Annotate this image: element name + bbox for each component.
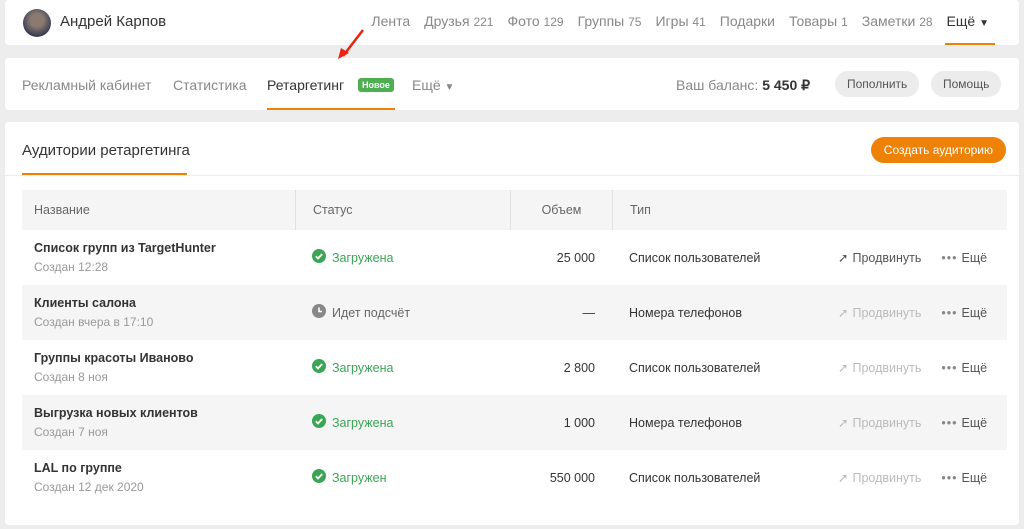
status-text: Загружен	[332, 470, 387, 485]
promote-arrow-icon: ➚	[838, 416, 849, 430]
user-name[interactable]: Андрей Карпов	[60, 13, 166, 30]
nav-gifts[interactable]: Подарки	[720, 13, 775, 29]
nav-groups[interactable]: Группы 75	[578, 13, 642, 29]
create-audience-button[interactable]: Создать аудиторию	[870, 137, 1006, 163]
row-more-button[interactable]: ••• Ещё	[941, 251, 987, 265]
chevron-down-icon: ▼	[979, 18, 989, 29]
audiences-panel: Аудитории ретаргетинга Создать аудиторию…	[5, 122, 1019, 525]
more-dots-icon: •••	[941, 415, 958, 430]
ads-subnav: Рекламный кабинет Статистика Ретаргетинг…	[5, 29, 1019, 110]
created-date: Создан вчера в 17:10	[34, 315, 154, 329]
created-date: Создан 12:28	[34, 260, 109, 274]
nav-friends[interactable]: Друзья 221	[424, 13, 493, 29]
promote-arrow-icon: ➚	[838, 251, 849, 265]
tab-ad-cabinet[interactable]: Рекламный кабинет	[22, 77, 151, 93]
volume: 550 000	[549, 470, 595, 485]
promote-button[interactable]: ➚ Продвинуть	[838, 305, 921, 321]
table-row[interactable]: LAL по группе Создан 12 дек 2020 Загружен…	[22, 450, 1007, 505]
audience-name[interactable]: Выгрузка новых клиентов	[34, 406, 295, 420]
status-text: Идет подсчёт	[332, 305, 411, 320]
more-dots-icon: •••	[941, 305, 958, 320]
audience-type: Номера телефонов	[629, 305, 743, 320]
audience-type: Список пользователей	[629, 360, 761, 375]
active-tab-indicator	[267, 108, 395, 110]
nav-photos[interactable]: Фото 129	[507, 13, 563, 29]
profile-header: Андрей Карпов Лента Друзья 221 Фото 129 …	[5, 0, 1019, 45]
avatar[interactable]	[23, 9, 51, 37]
table-row[interactable]: Клиенты салона Создан вчера в 17:10 Идет …	[22, 285, 1007, 340]
promote-arrow-icon: ➚	[838, 361, 849, 375]
col-type[interactable]: Тип	[612, 190, 822, 230]
created-date: Создан 7 ноя	[34, 425, 108, 439]
created-date: Создан 12 дек 2020	[34, 480, 144, 494]
balance: Ваш баланс: 5 450 ₽	[676, 77, 811, 93]
clock-icon	[312, 304, 326, 321]
status-text: Загружена	[332, 360, 394, 375]
section-title[interactable]: Аудитории ретаргетинга	[22, 142, 190, 159]
red-arrow-annotation	[338, 29, 364, 59]
promote-button[interactable]: ➚ Продвинуть	[838, 360, 921, 376]
audience-name[interactable]: LAL по группе	[34, 461, 295, 475]
check-circle-icon	[312, 359, 326, 376]
check-circle-icon	[312, 414, 326, 431]
nav-notes[interactable]: Заметки 28	[862, 13, 933, 29]
audiences-table: Название Статус Объем Тип Список групп и…	[22, 190, 1007, 505]
audience-name[interactable]: Группы красоты Иваново	[34, 351, 295, 365]
row-more-button[interactable]: ••• Ещё	[941, 471, 987, 485]
promote-button[interactable]: ➚ Продвинуть	[838, 250, 921, 266]
audience-name[interactable]: Список групп из TargetHunter	[34, 241, 295, 255]
more-dots-icon: •••	[941, 360, 958, 375]
nav-feed[interactable]: Лента	[371, 13, 410, 29]
nav-more[interactable]: Ещё ▼	[944, 13, 996, 45]
row-more-button[interactable]: ••• Ещё	[941, 306, 987, 320]
col-status[interactable]: Статус	[295, 190, 510, 230]
new-badge: Новое	[358, 78, 394, 92]
table-header: Название Статус Объем Тип	[22, 190, 1007, 230]
nav-games[interactable]: Игры 41	[655, 13, 705, 29]
audience-type: Список пользователей	[629, 250, 761, 265]
col-volume[interactable]: Объем	[510, 190, 612, 230]
status-text: Загружена	[332, 250, 394, 265]
more-dots-icon: •••	[941, 470, 958, 485]
col-name[interactable]: Название	[22, 203, 295, 217]
topup-button[interactable]: Пополнить	[835, 71, 920, 97]
created-date: Создан 8 ноя	[34, 370, 108, 384]
volume: —	[582, 305, 596, 320]
volume: 25 000	[556, 250, 595, 265]
tab-statistics[interactable]: Статистика	[173, 77, 247, 93]
tab-retargeting[interactable]: Ретаргетинг	[267, 77, 344, 93]
check-circle-icon	[312, 249, 326, 266]
volume: 1 000	[563, 415, 595, 430]
table-row[interactable]: Группы красоты Иваново Создан 8 ноя Загру…	[22, 340, 1007, 395]
table-row[interactable]: Выгрузка новых клиентов Создан 7 ноя Загр…	[22, 395, 1007, 450]
nav-goods[interactable]: Товары 1	[789, 13, 848, 29]
divider	[5, 175, 1019, 176]
help-button[interactable]: Помощь	[931, 71, 1002, 97]
table-row[interactable]: Список групп из TargetHunter Создан 12:28…	[22, 230, 1007, 285]
profile-nav: Лента Друзья 221 Фото 129 Группы 75 Игры…	[371, 13, 996, 45]
promote-button[interactable]: ➚ Продвинуть	[838, 415, 921, 431]
status-text: Загружена	[332, 415, 394, 430]
promote-arrow-icon: ➚	[838, 471, 849, 485]
more-dots-icon: •••	[941, 250, 958, 265]
audience-type: Номера телефонов	[629, 415, 743, 430]
audience-name[interactable]: Клиенты салона	[34, 296, 295, 310]
check-circle-icon	[312, 469, 326, 486]
chevron-down-icon: ▼	[444, 82, 455, 93]
promote-arrow-icon: ➚	[838, 306, 849, 320]
tab-more[interactable]: Ещё ▼	[412, 77, 454, 93]
row-more-button[interactable]: ••• Ещё	[941, 361, 987, 375]
volume: 2 800	[563, 360, 595, 375]
row-more-button[interactable]: ••• Ещё	[941, 416, 987, 430]
audience-type: Список пользователей	[629, 470, 761, 485]
promote-button[interactable]: ➚ Продвинуть	[838, 470, 921, 486]
